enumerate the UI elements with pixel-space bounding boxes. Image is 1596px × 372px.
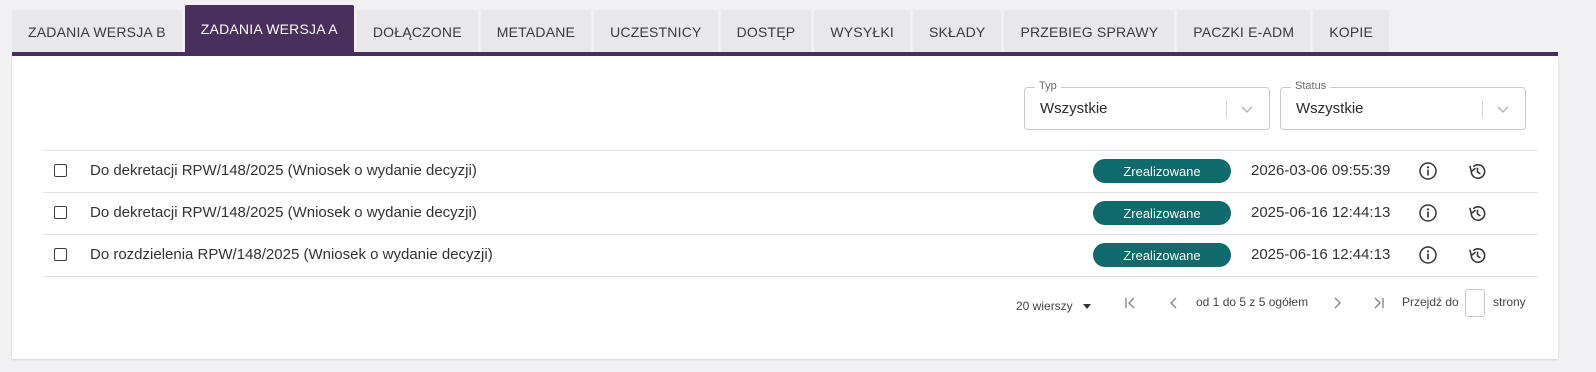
- next-page-icon[interactable]: [1330, 296, 1344, 310]
- tab-dolaczone[interactable]: DOŁĄCZONE: [356, 10, 478, 53]
- tab-zadania-wersja-a[interactable]: ZADANIA WERSJA A: [184, 5, 354, 53]
- pages-label: strony: [1493, 295, 1526, 309]
- rows-per-page-label: 20 wierszy: [1016, 299, 1073, 313]
- tab-przebieg-sprawy[interactable]: PRZEBIEG SPRAWY: [1004, 10, 1175, 53]
- info-icon[interactable]: [1418, 203, 1438, 223]
- task-title: Do rozdzielenia RPW/148/2025 (Wniosek o …: [90, 246, 493, 263]
- task-date: 2026-03-06 09:55:39: [1251, 162, 1391, 179]
- goto-page-label: Przejdź do: [1402, 295, 1459, 309]
- chevron-down-icon: [1241, 106, 1253, 114]
- tasks-panel: Typ Wszystkie Status Wszystkie Do dekret…: [12, 56, 1558, 359]
- caret-down-icon: [1082, 303, 1091, 309]
- task-date: 2025-06-16 12:44:13: [1251, 246, 1391, 263]
- select-separator: [1482, 100, 1483, 118]
- status-badge: Zrealizowane: [1093, 243, 1231, 267]
- pagination-range: od 1 do 5 z 5 ogółem: [1196, 295, 1309, 309]
- status-filter-label: Status: [1291, 80, 1331, 92]
- tab-zadania-wersja-b[interactable]: ZADANIA WERSJA B: [12, 10, 182, 53]
- tab-metadane[interactable]: METADANE: [480, 10, 592, 53]
- table-row[interactable]: Do rozdzielenia RPW/148/2025 (Wniosek o …: [43, 234, 1538, 277]
- tab-paczki-e-adm[interactable]: PACZKI E-ADM: [1177, 10, 1311, 53]
- table-row[interactable]: Do dekretacji RPW/148/2025 (Wniosek o wy…: [43, 192, 1538, 234]
- type-filter-select[interactable]: Typ Wszystkie: [1024, 80, 1270, 130]
- rows-per-page-select[interactable]: 20 wierszy: [1016, 294, 1091, 318]
- tab-uczestnicy[interactable]: UCZESTNICY: [594, 10, 718, 53]
- tab-kopie[interactable]: KOPIE: [1313, 10, 1390, 53]
- history-icon[interactable]: [1467, 203, 1488, 224]
- task-title: Do dekretacji RPW/148/2025 (Wniosek o wy…: [90, 204, 477, 221]
- row-checkbox[interactable]: [54, 206, 67, 219]
- tab-bar: ZADANIA WERSJA B ZADANIA WERSJA A DOŁĄCZ…: [12, 5, 1390, 53]
- history-icon[interactable]: [1467, 245, 1488, 266]
- previous-page-icon[interactable]: [1167, 296, 1181, 310]
- task-title: Do dekretacji RPW/148/2025 (Wniosek o wy…: [90, 162, 477, 179]
- tab-dostep[interactable]: DOSTĘP: [720, 10, 812, 53]
- chevron-down-icon: [1497, 106, 1509, 114]
- row-checkbox[interactable]: [54, 164, 67, 177]
- tab-wysylki[interactable]: WYSYŁKI: [814, 10, 910, 53]
- tasks-list: Do dekretacji RPW/148/2025 (Wniosek o wy…: [43, 150, 1538, 277]
- type-filter-value: Wszystkie: [1040, 100, 1108, 117]
- status-badge: Zrealizowane: [1093, 159, 1231, 183]
- task-date: 2025-06-16 12:44:13: [1251, 204, 1391, 221]
- table-row[interactable]: Do dekretacji RPW/148/2025 (Wniosek o wy…: [43, 150, 1538, 192]
- row-checkbox[interactable]: [54, 248, 67, 261]
- status-badge: Zrealizowane: [1093, 201, 1231, 225]
- last-page-icon[interactable]: [1372, 296, 1386, 310]
- select-separator: [1226, 100, 1227, 118]
- goto-page-input[interactable]: [1465, 289, 1485, 317]
- type-filter-label: Typ: [1035, 80, 1061, 92]
- status-filter-value: Wszystkie: [1296, 100, 1364, 117]
- first-page-icon[interactable]: [1123, 296, 1137, 310]
- history-icon[interactable]: [1467, 161, 1488, 182]
- info-icon[interactable]: [1418, 245, 1438, 265]
- tab-sklady[interactable]: SKŁADY: [912, 10, 1002, 53]
- status-filter-select[interactable]: Status Wszystkie: [1280, 80, 1526, 130]
- info-icon[interactable]: [1418, 161, 1438, 181]
